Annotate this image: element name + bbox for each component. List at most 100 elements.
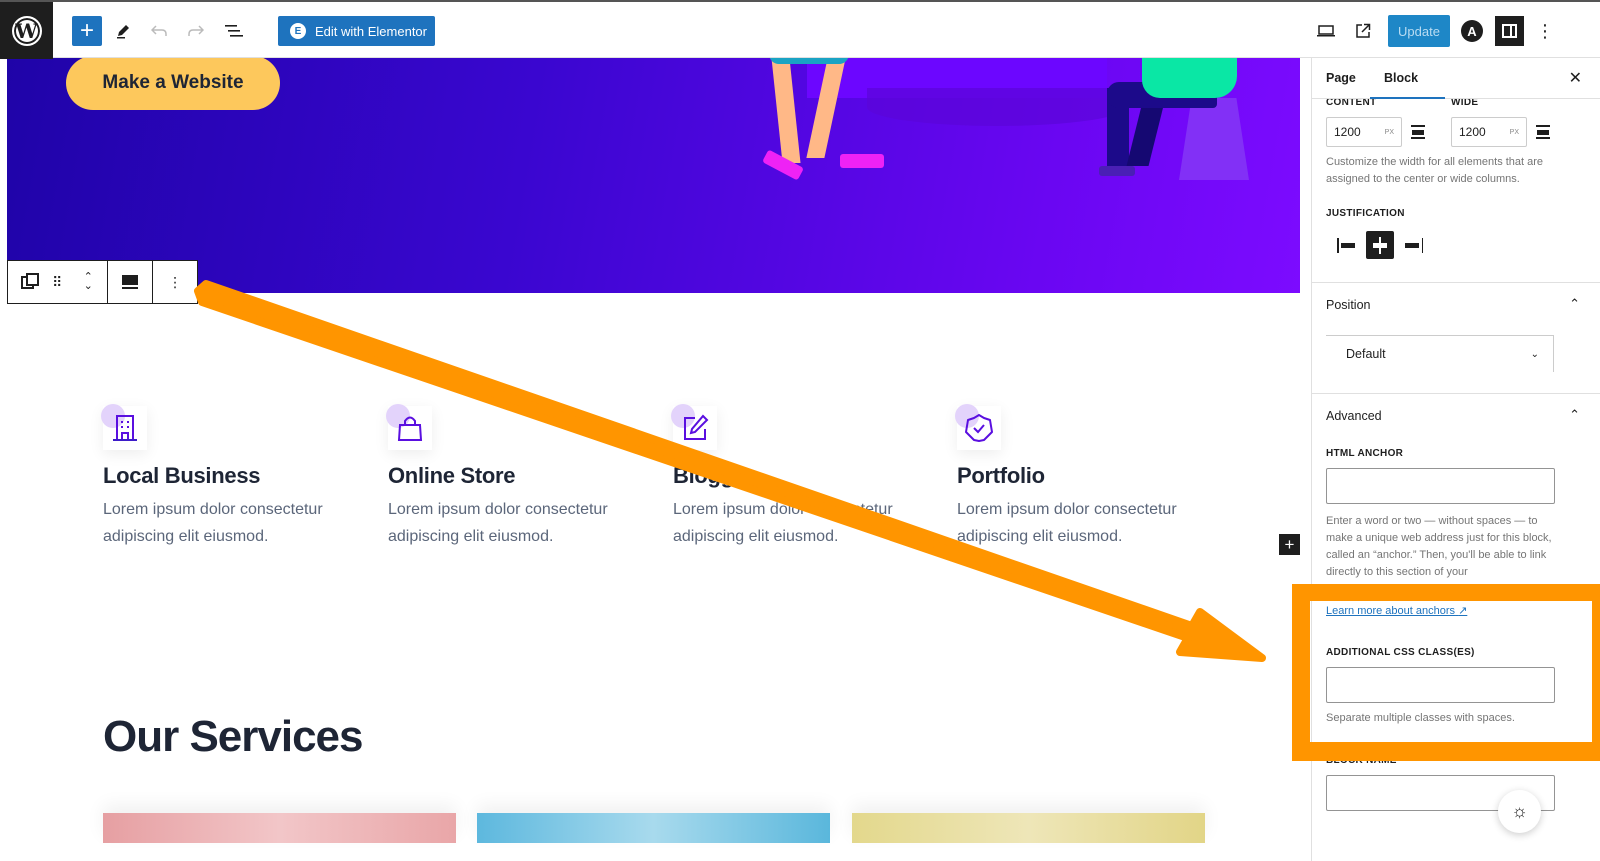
service-card (103, 813, 456, 843)
feature-text: Lorem ipsum dolor consectetur adipiscing… (957, 501, 1177, 545)
justify-center-button[interactable] (1366, 231, 1394, 259)
html-anchor-help-text: Enter a word or two — without spaces — t… (1326, 515, 1552, 578)
position-select-value: Default (1346, 347, 1386, 361)
list-view-icon (225, 25, 243, 37)
redo-button[interactable] (183, 16, 209, 46)
move-buttons: ⌃ ⌄ (73, 261, 103, 303)
feature-icon-box (386, 404, 432, 450)
learn-more-anchors-link[interactable]: Learn more about anchors ↗ (1326, 604, 1467, 617)
tab-block[interactable]: Block (1384, 71, 1418, 85)
redo-icon (188, 25, 204, 36)
sidebar-tabs: Page Block ✕ (1312, 58, 1600, 99)
add-block-button[interactable]: + (72, 16, 102, 46)
edit-with-elementor-label: Edit with Elementor (315, 23, 427, 39)
position-select[interactable]: Default ⌄ (1326, 335, 1554, 372)
justify-left-button[interactable] (1334, 231, 1362, 259)
wide-width-input[interactable]: 1200 PX (1451, 117, 1527, 147)
panel-divider (1312, 282, 1600, 283)
close-sidebar-button[interactable]: ✕ (1569, 68, 1582, 88)
preview-device-button[interactable] (1313, 16, 1339, 46)
drag-handle[interactable]: ⠿ (43, 261, 73, 303)
illustration-shoe (840, 154, 884, 168)
features-row: Local Business Lorem ipsum dolor consect… (96, 404, 1246, 566)
html-anchor-label: HTML ANCHOR (1326, 448, 1404, 459)
illustration-pant-leg (1126, 98, 1166, 166)
chevron-up-icon[interactable]: ⌃ (1569, 296, 1580, 312)
editor-top-bar: W + E Edit with Elementor Update A ⋮ (0, 0, 1600, 59)
update-button[interactable]: Update (1388, 15, 1450, 47)
undo-icon (151, 25, 167, 36)
wordpress-icon: W (11, 15, 42, 46)
more-options-button[interactable]: ⋮ (1535, 16, 1555, 46)
illustration-torso (1142, 58, 1237, 98)
block-inserter-button[interactable]: + (1279, 534, 1300, 555)
content-width-unit[interactable]: PX (1385, 129, 1394, 136)
building-icon (113, 415, 137, 441)
edit-with-elementor-button[interactable]: E Edit with Elementor (278, 16, 435, 46)
wide-width-unit[interactable]: PX (1510, 129, 1519, 136)
tab-page[interactable]: Page (1326, 71, 1356, 85)
move-down-button[interactable]: ⌄ (84, 281, 93, 292)
settings-sidebar-toggle[interactable] (1495, 16, 1524, 46)
css-class-input[interactable] (1326, 667, 1555, 703)
active-tab-indicator (1370, 97, 1445, 99)
pencil-icon (117, 25, 129, 39)
feature-card: Portfolio Lorem ipsum dolor consectetur … (955, 404, 1227, 550)
css-class-help-text: Separate multiple classes with spaces. (1326, 712, 1515, 724)
align-button[interactable] (115, 261, 145, 303)
external-link-icon (1356, 23, 1371, 38)
feature-icon-box (101, 404, 147, 450)
feature-title: Portfolio (957, 463, 1045, 488)
feature-title: Online Store (388, 463, 516, 488)
feature-title: Blogger (673, 463, 755, 488)
illustration-shadow (867, 88, 1127, 126)
justification-control (1334, 231, 1426, 259)
content-width-icon (1411, 125, 1425, 139)
block-toolbar-group-2 (108, 261, 154, 303)
illustration-foot (1099, 166, 1135, 176)
service-card (477, 813, 830, 843)
tools-button[interactable] (110, 16, 136, 46)
block-parent-button[interactable] (12, 261, 42, 303)
html-anchor-input[interactable] (1326, 468, 1555, 504)
advanced-panel-title[interactable]: Advanced (1326, 409, 1382, 423)
external-link-icon: ↗ (1458, 605, 1468, 617)
illustration-skirt (769, 58, 849, 64)
settings-sidebar: Page Block ✕ CONTENT WIDE 1200 PX 1200 P… (1311, 58, 1600, 861)
feature-card: Blogger Lorem ipsum dolor consectetur ad… (671, 404, 943, 550)
move-icons: ⌃ ⌄ (84, 272, 93, 292)
content-width-input[interactable]: 1200 PX (1326, 117, 1402, 147)
content-width-value: 1200 (1334, 125, 1361, 139)
feature-card: Online Store Lorem ipsum dolor consectet… (386, 404, 658, 550)
panel-divider (1312, 393, 1600, 394)
block-toolbar-group-1: ⠿ ⌃ ⌄ (8, 261, 109, 303)
feature-card: Local Business Lorem ipsum dolor consect… (101, 404, 373, 550)
list-view-button[interactable] (220, 16, 248, 46)
feature-text: Lorem ipsum dolor consectetur adipiscing… (103, 501, 323, 545)
services-heading: Our Services (103, 712, 363, 761)
undo-button[interactable] (146, 16, 172, 46)
learn-more-anchors-label: Learn more about anchors (1326, 605, 1456, 617)
wide-width-icon (1536, 125, 1550, 139)
block-options-button[interactable]: ⋮ (160, 261, 190, 303)
css-class-label: ADDITIONAL CSS CLASS(ES) (1326, 647, 1475, 658)
layout-help-text: Customize the width for all elements tha… (1326, 156, 1544, 185)
align-icon (122, 275, 139, 289)
view-post-button[interactable] (1350, 16, 1376, 46)
badge-check-icon (965, 414, 993, 442)
justify-right-icon (1405, 237, 1423, 253)
service-card (852, 813, 1205, 843)
sidebar-toggle-icon (1502, 24, 1517, 38)
feature-icon-box (671, 404, 717, 450)
illustration-stool (1179, 98, 1249, 180)
block-toolbar: ⠿ ⌃ ⌄ ⋮ (7, 260, 198, 304)
elementor-icon: E (290, 23, 306, 39)
astra-settings-button[interactable]: A (1461, 20, 1483, 42)
wordpress-logo-button[interactable]: W (0, 2, 53, 59)
theme-toggle-button[interactable]: ☼ (1498, 790, 1541, 833)
justify-right-button[interactable] (1398, 231, 1426, 259)
chevron-up-icon[interactable]: ⌃ (1569, 407, 1580, 423)
make-a-website-button[interactable]: Make a Website (66, 58, 280, 110)
hero-section[interactable]: Make a Website (7, 58, 1300, 293)
position-panel-title[interactable]: Position (1326, 298, 1370, 312)
